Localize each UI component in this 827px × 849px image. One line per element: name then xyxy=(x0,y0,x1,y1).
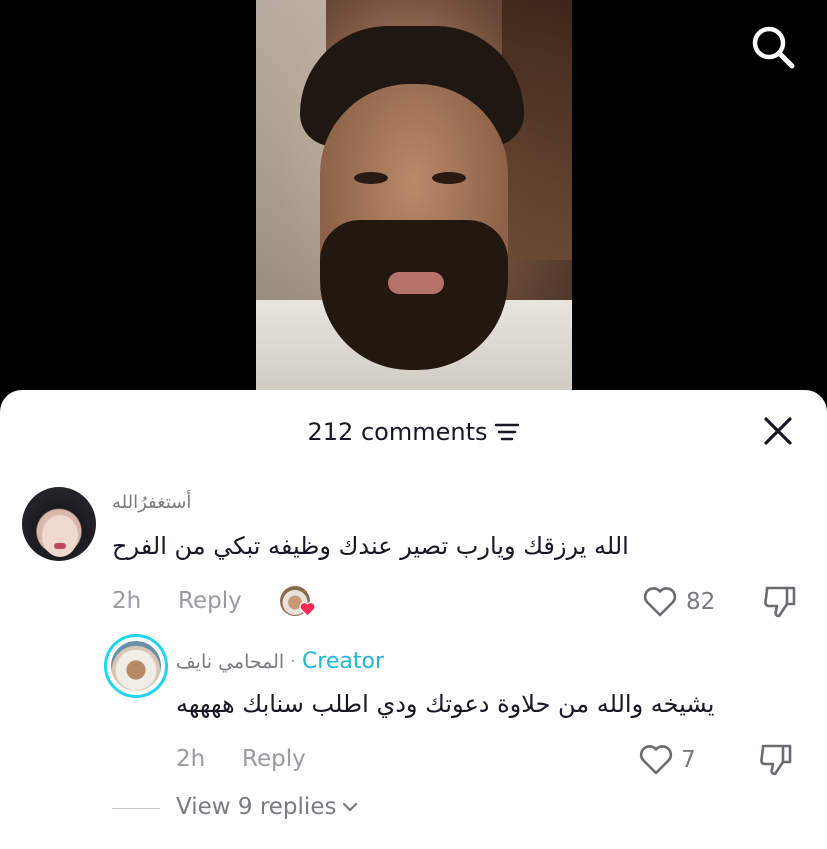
reply-author-line: المحامي نايف · Creator xyxy=(176,649,384,674)
dislike-icon[interactable] xyxy=(758,742,794,778)
view-replies-label: View 9 replies xyxy=(176,794,337,820)
like-count: 7 xyxy=(681,747,696,773)
view-replies-button[interactable]: View 9 replies xyxy=(176,794,358,820)
video-mouth xyxy=(388,272,444,294)
comment-time: 2h xyxy=(112,588,142,614)
comments-header: 212 comments xyxy=(0,412,827,452)
video-eye xyxy=(354,172,388,184)
chevron-down-icon xyxy=(343,802,358,812)
dislike-icon[interactable] xyxy=(762,584,798,620)
video-player[interactable] xyxy=(256,0,572,400)
comment-text: الله يرزقك ويارب تصير عندك وظيفه تبكي من… xyxy=(112,532,629,560)
close-icon[interactable] xyxy=(763,416,793,446)
sort-icon[interactable] xyxy=(495,422,520,442)
reply-button[interactable]: Reply xyxy=(242,746,306,772)
search-icon[interactable] xyxy=(750,24,796,70)
creator-badge: Creator xyxy=(301,649,385,674)
comments-count-title: 212 comments xyxy=(308,412,520,452)
view-replies-divider xyxy=(112,808,160,809)
comments-title-text: 212 comments xyxy=(307,418,488,446)
comment-username[interactable]: أستغفرُالله xyxy=(112,492,191,513)
reply-time: 2h xyxy=(176,746,206,772)
commenter-avatar[interactable] xyxy=(22,487,96,561)
heart-icon[interactable] xyxy=(642,586,678,618)
reply-text: يشيخه والله من حلاوة دعوتك ودي اطلب سناب… xyxy=(176,690,715,718)
heart-icon xyxy=(299,601,316,617)
creator-avatar-image xyxy=(111,641,161,691)
avatar-lips xyxy=(54,543,66,549)
separator-dot: · xyxy=(290,651,296,672)
heart-icon[interactable] xyxy=(638,744,674,776)
creator-avatar[interactable] xyxy=(104,634,168,698)
reply-username[interactable]: المحامي نايف xyxy=(176,651,284,673)
avatar-face xyxy=(42,515,78,557)
reply-button[interactable]: Reply xyxy=(178,588,242,614)
like-count: 82 xyxy=(686,589,716,615)
comments-sheet: 212 comments أستغفرُالله الله يرزقك ويار… xyxy=(0,390,827,849)
video-eye xyxy=(432,172,466,184)
